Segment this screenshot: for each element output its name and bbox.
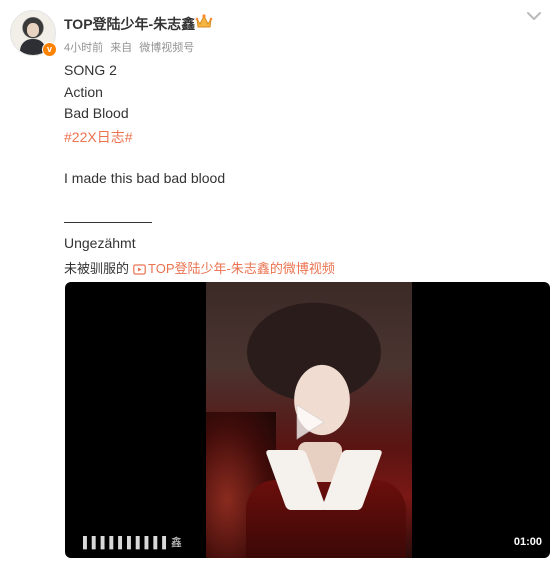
lyric-line: I made this bad bad blood	[64, 170, 226, 186]
verified-badge-icon: v	[42, 42, 57, 57]
hashtag-link[interactable]: #22X日志#	[64, 127, 132, 147]
crown-icon	[195, 14, 213, 28]
post-line-1: SONG 2	[64, 62, 117, 78]
chevron-down-icon[interactable]	[522, 8, 546, 24]
avatar-face	[27, 23, 39, 37]
video-watermark: ▌▌▌▌▌▌▌▌▌▌鑫	[83, 537, 183, 549]
post-line-2: Action	[64, 84, 103, 100]
post-meta: 4小时前 来自 微博视频号	[64, 39, 198, 55]
weibo-post: v TOP登陆少年-朱志鑫 4小时前 来自 微博视频号 SONG 2 Actio…	[0, 0, 554, 565]
post-time[interactable]: 4小时前	[64, 42, 103, 54]
play-icon[interactable]	[293, 402, 327, 442]
video-reference-link[interactable]: TOP登陆少年-朱志鑫的微博视频	[133, 261, 335, 276]
video-player[interactable]: ▌▌▌▌▌▌▌▌▌▌鑫 01:00	[65, 282, 550, 558]
post-line-3: Bad Blood	[64, 105, 129, 121]
video-reference: 未被驯服的 TOP登陆少年-朱志鑫的微博视频	[64, 258, 335, 277]
video-duration: 01:00	[513, 536, 542, 548]
subtitle-line: Ungezähmt	[64, 235, 136, 251]
divider-line	[64, 222, 152, 223]
ref-prefix: 未被驯服的	[64, 261, 130, 276]
post-source[interactable]: 微博视频号	[139, 42, 194, 54]
frame-coat	[246, 480, 406, 558]
video-link-icon	[133, 264, 146, 275]
source-prefix: 来自	[110, 42, 133, 54]
username[interactable]: TOP登陆少年-朱志鑫	[64, 14, 195, 34]
video-reference-text: TOP登陆少年-朱志鑫的微博视频	[148, 261, 335, 276]
